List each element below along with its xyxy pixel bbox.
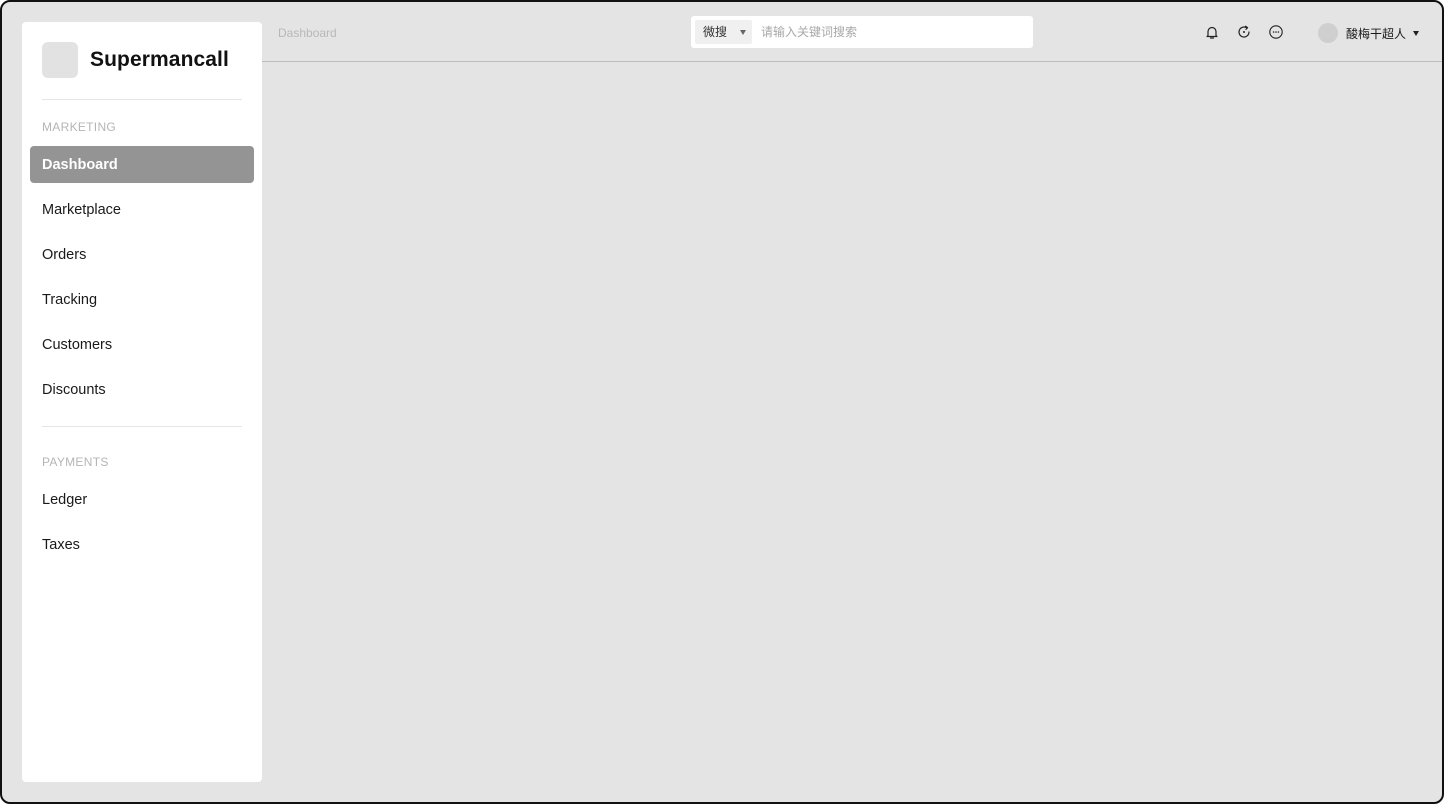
chevron-down-icon: [740, 30, 746, 35]
user-name: 酸梅干超人: [1346, 26, 1407, 41]
section-label-payments: PAYMENTS: [42, 455, 109, 469]
sidebar-divider: [42, 99, 242, 100]
sidebar-item-tracking[interactable]: Tracking: [30, 281, 254, 318]
bell-icon[interactable]: [1202, 22, 1222, 42]
sidebar: Supermancall MARKETING Dashboard Marketp…: [22, 22, 262, 782]
sidebar-item-ledger[interactable]: Ledger: [30, 481, 254, 518]
logo: [42, 42, 78, 78]
section-label-marketing: MARKETING: [42, 120, 117, 134]
avatar: [1318, 23, 1338, 43]
refresh-icon[interactable]: [1234, 22, 1254, 42]
search-input[interactable]: [761, 20, 1026, 44]
search-type-select[interactable]: 微搜: [695, 20, 752, 44]
chevron-down-icon: [1413, 30, 1420, 36]
top-bar: Dashboard 微搜 请输入关键词搜索 酸梅干超人: [262, 2, 1442, 62]
sidebar-item-customers[interactable]: Customers: [30, 326, 254, 363]
breadcrumb[interactable]: Dashboard: [278, 26, 337, 40]
brand-name: Supermancall: [90, 48, 229, 71]
sidebar-item-taxes[interactable]: Taxes: [30, 526, 254, 563]
app-window: Supermancall MARKETING Dashboard Marketp…: [0, 0, 1444, 804]
search-type-label: 微搜: [703, 25, 728, 39]
user-menu[interactable]: 酸梅干超人: [1318, 22, 1420, 44]
search-box: 微搜: [691, 16, 1033, 48]
sidebar-item-dashboard[interactable]: Dashboard: [30, 146, 254, 183]
brand-row[interactable]: Supermancall: [42, 42, 229, 78]
sidebar-item-discounts[interactable]: Discounts: [30, 371, 254, 408]
sidebar-item-orders[interactable]: Orders: [30, 236, 254, 273]
more-icon[interactable]: [1266, 22, 1286, 42]
sidebar-item-marketplace[interactable]: Marketplace: [30, 191, 254, 228]
sidebar-divider: [42, 426, 242, 427]
